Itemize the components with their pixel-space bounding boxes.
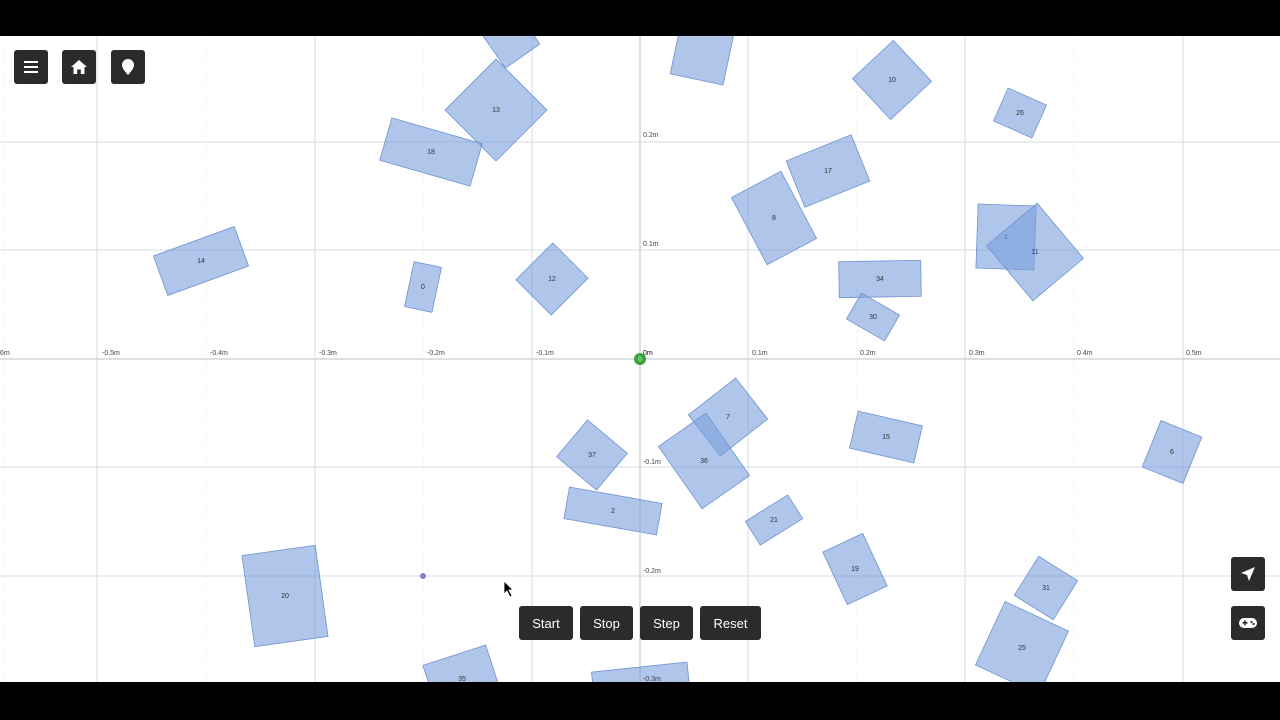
obstacle-box: 15	[849, 410, 923, 464]
y-tick-label: -0.1m	[643, 459, 661, 466]
x-tick-label: -0.3m	[319, 350, 337, 357]
obstacle-box-label: 2	[611, 508, 615, 515]
robot-marker[interactable]: 0	[634, 353, 646, 365]
obstacle-box-label: 17	[824, 168, 832, 175]
obstacle-box-label: 35	[458, 676, 466, 682]
obstacle-box-shape	[591, 661, 691, 682]
obstacle-box: 2	[563, 486, 663, 536]
obstacle-box: 12	[515, 242, 589, 316]
obstacle-box-label: 21	[770, 517, 778, 524]
obstacle-box: 14	[152, 226, 250, 296]
x-tick-label: 6m	[0, 350, 10, 357]
home-button[interactable]	[62, 50, 96, 84]
x-tick-label: -0.5m	[102, 350, 120, 357]
obstacle-box-shape	[669, 36, 735, 86]
x-tick-label: 0.1m	[752, 350, 768, 357]
map-viewport[interactable]: 1310261817811114012343073637156221193120…	[0, 36, 1280, 682]
obstacle-box-label: 25	[1018, 645, 1026, 652]
obstacle-box	[669, 36, 735, 86]
gamepad-icon	[1239, 618, 1257, 628]
obstacle-box: 34	[838, 259, 922, 299]
x-tick-label: 0.5m	[1186, 350, 1202, 357]
marker-button[interactable]	[111, 50, 145, 84]
x-tick-label: -0.1m	[536, 350, 554, 357]
navigate-arrow-icon	[1241, 567, 1255, 581]
obstacle-box-label: 11	[1031, 249, 1038, 256]
obstacle-box-label: 12	[548, 276, 556, 283]
obstacle-box-label: 14	[197, 258, 205, 265]
obstacle-box	[591, 661, 691, 682]
obstacle-box: 20	[241, 544, 329, 648]
start-button[interactable]: Start	[519, 606, 573, 640]
obstacle-box-label: 37	[588, 452, 596, 459]
obstacle-box: 30	[845, 292, 901, 342]
y-tick-label: -0.2m	[643, 568, 661, 575]
menu-icon	[24, 61, 38, 73]
y-tick-label: 0.2m	[643, 132, 659, 139]
obstacle-box-label: 15	[882, 434, 890, 441]
obstacle-box	[479, 36, 541, 69]
x-tick-label: -0.4m	[210, 350, 228, 357]
obstacle-box-label: 7	[726, 414, 730, 421]
map-marker-icon	[122, 59, 134, 75]
x-tick-label: 0.4m	[1077, 350, 1093, 357]
obstacle-box-label: 31	[1042, 585, 1050, 592]
x-tick-label: -0.2m	[427, 350, 445, 357]
obstacle-box-label: 8	[772, 215, 776, 222]
stop-button[interactable]: Stop	[580, 606, 633, 640]
obstacle-box: 37	[556, 419, 628, 491]
obstacle-box-label: 30	[869, 314, 877, 321]
x-tick-label: 0.3m	[969, 350, 985, 357]
obstacle-box: 10	[851, 39, 933, 121]
obstacle-box: 21	[744, 494, 804, 546]
obstacle-box-shape	[479, 36, 541, 69]
obstacle-box: 26	[992, 87, 1048, 139]
obstacle-box-label: 26	[1016, 110, 1024, 117]
home-icon	[71, 60, 87, 74]
reset-button[interactable]: Reset	[700, 606, 761, 640]
obstacle-box-label: 0	[421, 284, 425, 291]
mouse-cursor	[503, 580, 514, 598]
step-button[interactable]: Step	[640, 606, 693, 640]
obstacle-box-label: 10	[888, 77, 896, 84]
y-tick-label: 0.1m	[643, 241, 659, 248]
obstacle-box-label: 13	[492, 107, 500, 114]
menu-button[interactable]	[14, 50, 48, 84]
obstacle-box-label: 36	[700, 458, 708, 465]
navigate-button[interactable]	[1231, 557, 1265, 591]
x-tick-label: 0.2m	[860, 350, 876, 357]
obstacle-box-label: 18	[427, 149, 435, 156]
obstacle-box-label: 6	[1170, 449, 1174, 456]
simulation-canvas[interactable]: 1310261817811114012343073637156221193120…	[0, 36, 1280, 682]
obstacle-box: 6	[1141, 420, 1203, 484]
y-tick-label: -0.3m	[643, 676, 661, 682]
obstacle-box-label: 34	[876, 276, 884, 283]
obstacle-box: 35	[422, 644, 502, 682]
obstacle-box: 19	[822, 532, 888, 606]
obstacle-box: 0	[404, 261, 442, 313]
obstacle-box-label: 19	[851, 566, 859, 573]
target-point	[420, 573, 426, 579]
gamepad-button[interactable]	[1231, 606, 1265, 640]
obstacle-box-label: 20	[281, 593, 289, 600]
